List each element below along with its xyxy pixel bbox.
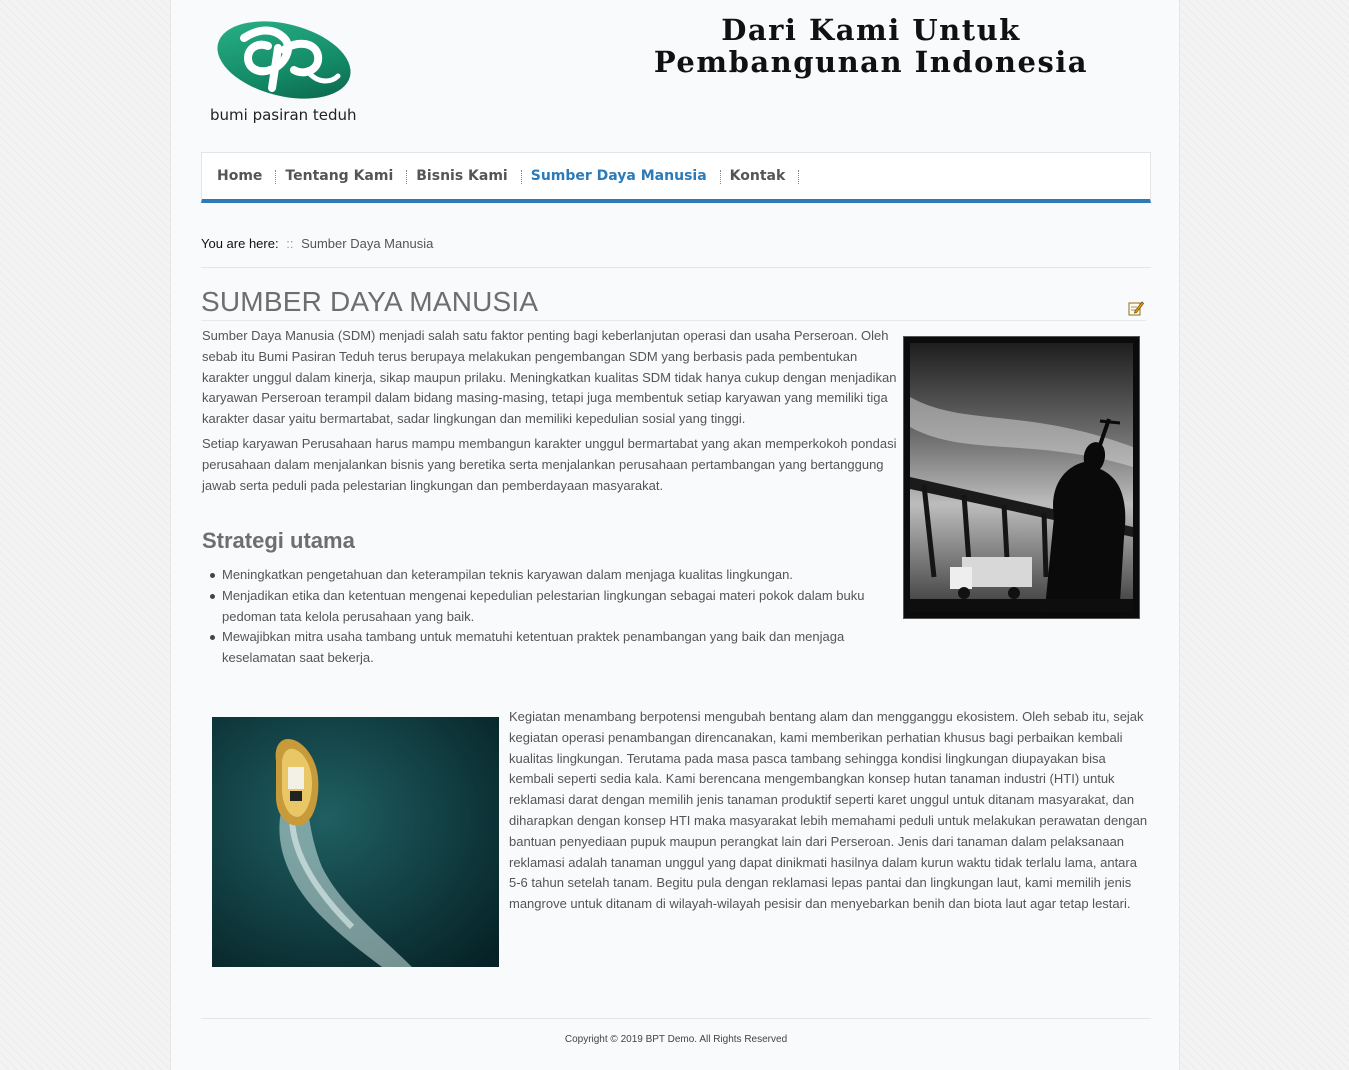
slogan-line-2: Pembangunan Indonesia [653, 45, 1089, 79]
site-logo[interactable]: bumi pasiran teduh [209, 18, 359, 124]
footer-divider [201, 1018, 1151, 1019]
header-slogan: Dari Kami Untuk Pembangunan Indonesia [591, 14, 1151, 78]
reclamation-paragraph: Kegiatan menambang berpotensi mengubah b… [509, 709, 1148, 912]
breadcrumb-separator: :: [286, 236, 294, 251]
footer-copyright: Copyright © 2019 BPT Demo. All Rights Re… [564, 1034, 788, 1045]
page-container: bumi pasiran teduh Dari Kami Untuk Pemba… [170, 0, 1180, 1070]
logo-text: bumi pasiran teduh [210, 106, 357, 124]
breadcrumb-current: Sumber Daya Manusia [301, 236, 434, 251]
character-paragraph: Setiap karyawan Perusahaan harus mampu m… [202, 436, 897, 493]
worker-silhouette-image [903, 336, 1140, 619]
list-item: Menjadikan etika dan ketentuan mengenai … [202, 586, 872, 628]
strategy-heading: Strategi utama [202, 528, 355, 553]
list-item: Mewajibkan mitra usaha tambang untuk mem… [202, 627, 872, 669]
nav-item-sumber-daya-manusia[interactable]: Sumber Daya Manusia [522, 167, 721, 185]
breadcrumb-lead: You are here: [201, 236, 279, 251]
page-title: SUMBER DAYA MANUSIA [201, 286, 539, 317]
breadcrumb-divider [201, 267, 1151, 268]
intro-paragraph: Sumber Daya Manusia (SDM) menjadi salah … [202, 328, 897, 427]
nav-item-kontak[interactable]: Kontak [721, 167, 800, 185]
main-nav: Home Tentang Kami Bisnis Kami Sumber Day… [201, 152, 1151, 203]
nav-item-bisnis-kami[interactable]: Bisnis Kami [407, 167, 523, 185]
title-divider [201, 320, 1146, 321]
breadcrumb: You are here: :: Sumber Daya Manusia [201, 236, 433, 251]
nav-item-home[interactable]: Home [208, 167, 277, 185]
nav-item-tentang-kami[interactable]: Tentang Kami [276, 167, 408, 185]
strategy-list: Meningkatkan pengetahuan dan keterampila… [202, 565, 872, 669]
slogan-line-1: Dari Kami Untuk [721, 13, 1021, 47]
tugboat-image [212, 717, 499, 967]
list-item: Meningkatkan pengetahuan dan keterampila… [202, 565, 872, 586]
logo-mark-icon [217, 21, 351, 99]
edit-icon[interactable] [1128, 300, 1145, 316]
